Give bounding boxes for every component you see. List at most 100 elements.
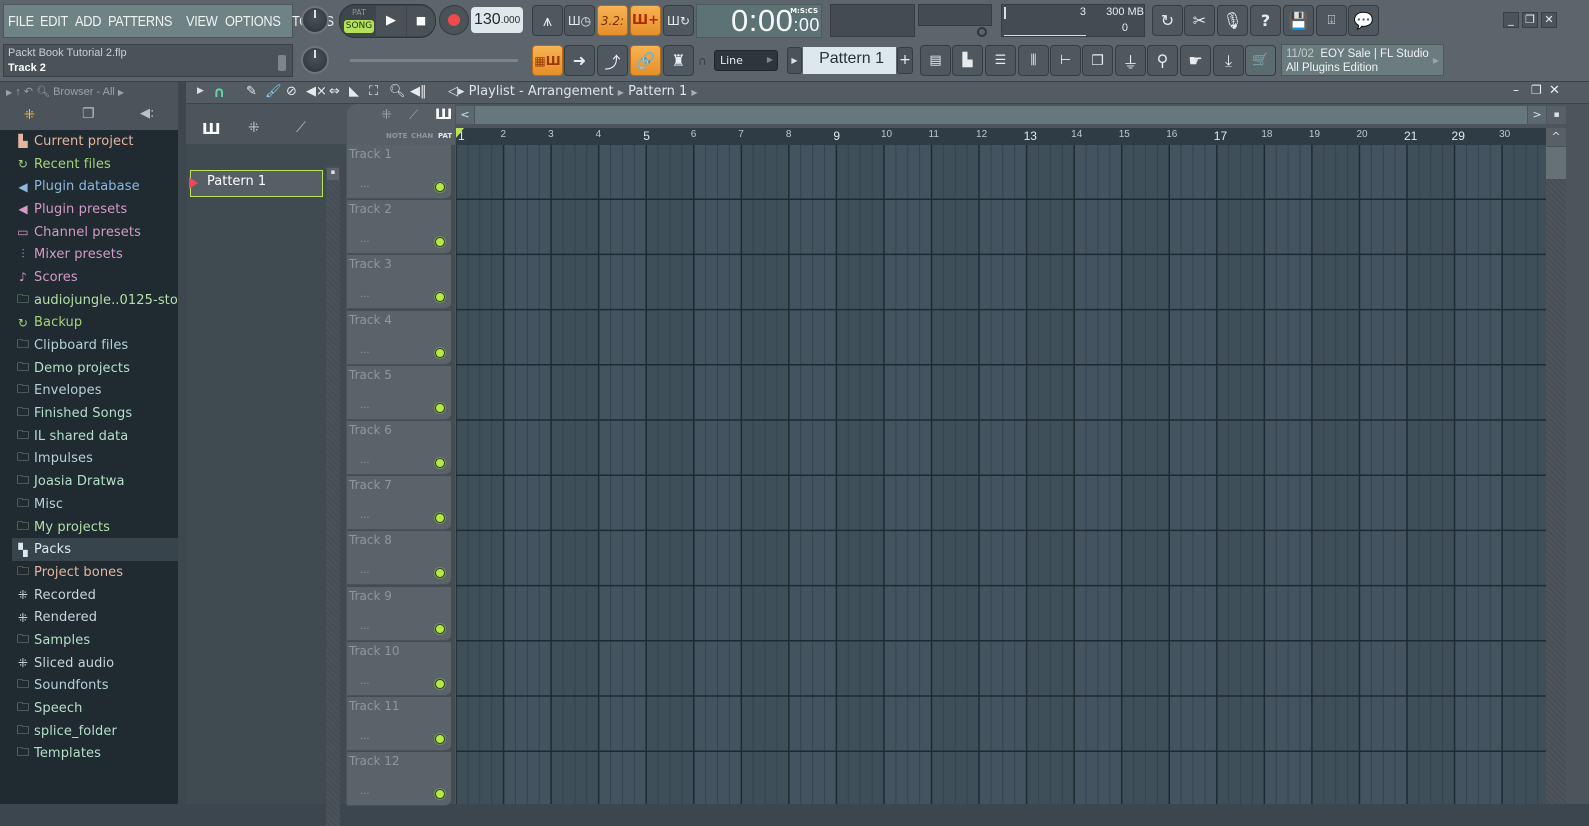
track-name[interactable]: Track 10 xyxy=(349,644,399,658)
zoom-handle[interactable]: ▪ xyxy=(1547,106,1566,124)
playlist-close-button[interactable]: ✕ xyxy=(1549,83,1560,98)
browser-search-icon[interactable]: 🔍︎ xyxy=(36,86,50,98)
slip-tool-icon[interactable]: ⇔ xyxy=(329,84,340,99)
track-options-icon[interactable]: ... xyxy=(360,731,370,742)
track-enable-led[interactable] xyxy=(435,237,445,248)
browser-item-samples[interactable]: 🗀 Samples xyxy=(12,629,178,652)
menu-patterns[interactable]: PATTERNS xyxy=(108,13,172,30)
browser-item-backup[interactable]: ↻ Backup xyxy=(12,312,178,335)
browser-files-tab-icon[interactable]: ❐ xyxy=(82,106,95,122)
browser-item-mixer-presets[interactable]: ⫶ Mixer presets xyxy=(12,243,178,266)
news-panel[interactable]: 11/02 EOY Sale | FL Studio All Plugins E… xyxy=(1281,44,1444,76)
chat-button[interactable]: 💬 xyxy=(1348,5,1379,36)
time-display[interactable]: 0:00:00 M:S:CS xyxy=(696,3,822,38)
track-enable-led[interactable] xyxy=(435,402,445,413)
browser-audio-tab-icon[interactable]: ⁜ xyxy=(24,108,35,123)
pattern-prev-button[interactable]: ▶ xyxy=(787,47,802,74)
track-options-icon[interactable]: ... xyxy=(360,510,370,521)
typing-keyboard-button[interactable]: ▦Ш xyxy=(532,45,563,76)
note-tab[interactable]: NOTE xyxy=(386,132,407,140)
snap-magnet-icon[interactable]: ∩ xyxy=(213,83,225,101)
browser-item-plugin-database[interactable]: ◀ Plugin database xyxy=(12,175,178,198)
browser-up-icon[interactable]: ↑ xyxy=(15,86,21,98)
menu-add[interactable]: ADD xyxy=(75,13,101,30)
link-button[interactable]: 🔗 xyxy=(630,45,661,76)
track-name[interactable]: Track 8 xyxy=(349,533,392,547)
track-enable-led[interactable] xyxy=(435,568,445,579)
tempo-display[interactable]: 130.000 xyxy=(471,7,523,33)
breadcrumb-arrow-icon[interactable]: ▶ xyxy=(691,88,697,97)
scroll-right-button[interactable]: > xyxy=(1528,106,1546,124)
horizontal-scrollbar[interactable] xyxy=(475,106,1527,124)
track-header[interactable]: Track 3... xyxy=(347,255,451,310)
track-header[interactable]: Track 2... xyxy=(347,200,451,255)
stop-button[interactable]: ■ xyxy=(407,6,435,36)
track-options-icon[interactable]: ... xyxy=(360,234,370,245)
track-options-icon[interactable]: ... xyxy=(360,621,370,632)
browser-item-recent-files[interactable]: ↻ Recent files xyxy=(12,153,178,176)
browser-item-packs[interactable]: ▚ Packs xyxy=(12,538,178,562)
metronome-button[interactable]: ⩚ xyxy=(532,5,563,36)
browser-expand-icon[interactable]: ▶ xyxy=(6,88,12,97)
breadcrumb-arrangement[interactable]: Playlist - Arrangement xyxy=(469,84,614,99)
track-name[interactable]: Track 2 xyxy=(349,202,392,216)
mute-tool-icon[interactable]: ◀× xyxy=(306,84,327,99)
track-header[interactable]: Track 11... xyxy=(347,697,451,751)
track-options-icon[interactable]: ... xyxy=(360,676,370,687)
track-enable-led[interactable] xyxy=(435,678,445,689)
track-options-icon[interactable]: ... xyxy=(360,400,370,411)
record-button[interactable] xyxy=(439,5,469,35)
menu-view[interactable]: VIEW xyxy=(186,13,218,30)
loop-record-button[interactable]: Ш↻ xyxy=(663,5,694,36)
play-button[interactable]: ▶ xyxy=(376,6,406,36)
cut-tool-button[interactable]: ✂ xyxy=(1184,5,1215,36)
browser-item-audiojungle-0125-stomp[interactable]: 🗀 audiojungle..0125-stomp xyxy=(12,289,178,312)
plugin-picker-button[interactable]: ⏚ xyxy=(1115,45,1146,76)
draw-tool-icon[interactable]: ✎ xyxy=(246,84,257,99)
song-position-slider[interactable] xyxy=(350,59,518,62)
track-name[interactable]: Track 12 xyxy=(349,754,399,768)
menu-options[interactable]: OPTIONS xyxy=(225,13,281,30)
browser-item-envelopes[interactable]: 🗀 Envelopes xyxy=(12,380,178,403)
audio-record-button[interactable]: 🎙 xyxy=(1217,5,1248,36)
browser-item-project-bones[interactable]: 🗀 Project bones xyxy=(12,561,178,584)
menu-file[interactable]: FILE xyxy=(8,13,34,30)
picker-automation-icon[interactable]: ⟋ xyxy=(296,120,306,136)
picker-scrollbar[interactable]: ▪ xyxy=(326,166,340,826)
song-mode-toggle[interactable]: SONG xyxy=(344,20,374,33)
browser-item-demo-projects[interactable]: 🗀 Demo projects xyxy=(12,357,178,380)
track-header[interactable]: Track 12... xyxy=(347,752,451,807)
track-options-icon[interactable]: ... xyxy=(360,455,370,466)
track-header[interactable]: Track 10... xyxy=(347,641,451,696)
breadcrumb-pattern[interactable]: Pattern 1 xyxy=(628,84,687,99)
track-enable-led[interactable] xyxy=(435,789,445,800)
browser-resize-handle[interactable] xyxy=(178,82,186,804)
manual-button[interactable]: ☛ xyxy=(1180,45,1211,76)
browser-item-clipboard-files[interactable]: 🗀 Clipboard files xyxy=(12,334,178,357)
pat-tab[interactable]: PAT xyxy=(438,132,452,140)
browser-title[interactable]: Browser - All xyxy=(53,86,115,98)
mixer-window-button[interactable]: ⫼ xyxy=(1018,45,1049,76)
playlist-restore-button[interactable]: ❐ xyxy=(1531,83,1542,97)
automation-clip-icon[interactable]: ⟋ xyxy=(409,108,418,123)
track-name[interactable]: Track 11 xyxy=(349,699,399,713)
export-button[interactable]: ⍗ xyxy=(1316,5,1347,36)
track-options-icon[interactable]: ... xyxy=(360,179,370,190)
track-name[interactable]: Track 7 xyxy=(349,478,392,492)
news-next-icon[interactable]: ▶ xyxy=(1433,54,1439,68)
wait-for-input-button[interactable]: Ш◷ xyxy=(564,5,595,36)
browser-item-channel-presets[interactable]: ▭ Channel presets xyxy=(12,221,178,244)
save-button[interactable]: 💾 xyxy=(1283,5,1314,36)
browser-item-sliced-audio[interactable]: ⁜ Sliced audio xyxy=(12,652,178,675)
channel-rack-window-button[interactable]: ☰ xyxy=(985,45,1016,76)
track-header[interactable]: Track 9... xyxy=(347,586,451,641)
track-name[interactable]: Track 1 xyxy=(349,147,392,161)
browser-item-my-projects[interactable]: 🗀 My projects xyxy=(12,516,178,539)
track-name[interactable]: Track 5 xyxy=(349,368,392,382)
undo-history-button[interactable]: ↻ xyxy=(1152,5,1183,36)
shop-button[interactable]: 🛒 xyxy=(1245,45,1276,76)
scope-toggle-icon[interactable] xyxy=(977,27,987,37)
add-pattern-button[interactable]: + xyxy=(897,47,913,74)
browser-item-misc[interactable]: 🗀 Misc xyxy=(12,493,178,516)
touch-controller-button[interactable]: ⚲ xyxy=(1147,45,1178,76)
